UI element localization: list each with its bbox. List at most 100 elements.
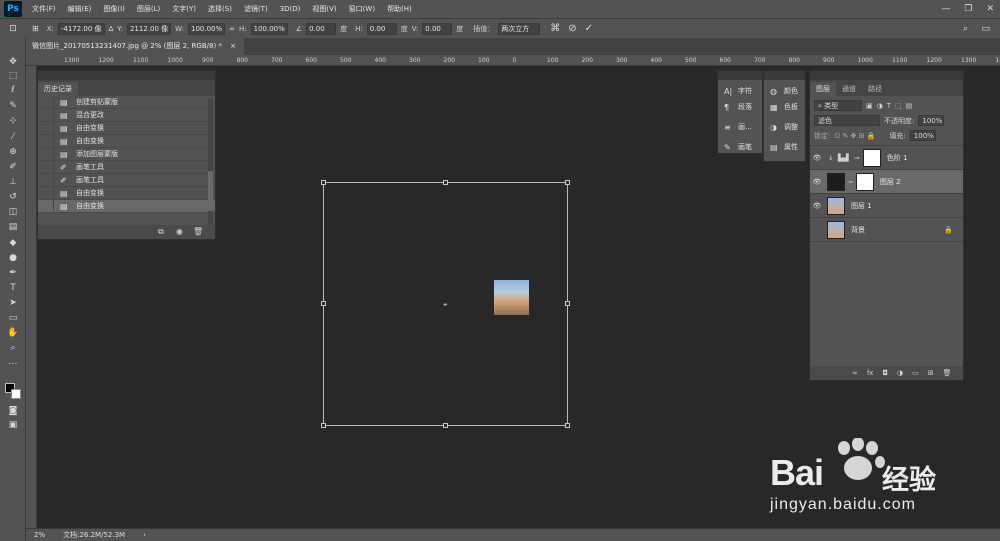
search-icon[interactable]: ⌕	[963, 24, 968, 34]
hand-tool-icon[interactable]: ✋	[6, 327, 20, 340]
type-tool-icon[interactable]: T	[6, 282, 20, 295]
history-item[interactable]: ▤ 混合更改	[38, 108, 215, 122]
history-scrollbar[interactable]	[208, 99, 213, 225]
visibility-eye-icon[interactable]: 👁	[810, 178, 824, 186]
layer-thumbnail[interactable]	[827, 196, 845, 215]
lock-icons[interactable]: ⊡ ✎ ✥ ⊞ 🔒	[834, 132, 875, 140]
delta-icon[interactable]: ∆	[109, 25, 114, 33]
blur-tool-icon[interactable]: ◆	[6, 237, 20, 250]
history-item[interactable]: ▤ 自由变换	[38, 121, 215, 135]
menu-layer[interactable]: 图层(L)	[131, 0, 166, 18]
trash-icon[interactable]: 🗑	[193, 227, 203, 236]
brush-preset-panel-button[interactable]: ≡ 画...	[718, 119, 762, 135]
layer-name[interactable]: 背景	[851, 225, 865, 235]
character-panel-button[interactable]: A| 字符	[718, 83, 762, 99]
fx-icon[interactable]: fx	[867, 369, 874, 377]
tab-close-icon[interactable]: ×	[230, 42, 236, 50]
width-field[interactable]: 100.00%	[188, 22, 226, 35]
layer-thumbnail[interactable]	[827, 220, 845, 239]
transform-handle[interactable]	[443, 180, 448, 185]
zoom-tool-icon[interactable]: ⌕	[6, 342, 20, 355]
document-tab[interactable]: 微信图片_20170513231407.jpg @ 2% (图层 2, RGB/…	[24, 38, 245, 55]
tab-paths[interactable]: 路径	[862, 82, 888, 96]
layer-name[interactable]: 图层 1	[851, 201, 872, 211]
menu-file[interactable]: 文件(F)	[26, 0, 62, 18]
layer-mask-thumbnail[interactable]	[862, 148, 881, 167]
interpolation-select[interactable]: 两次立方	[498, 22, 541, 35]
menu-image[interactable]: 图像(I)	[97, 0, 131, 18]
link-layers-icon[interactable]: ∞	[852, 369, 858, 377]
menu-help[interactable]: 帮助(H)	[381, 0, 418, 18]
filter-shape-icon[interactable]: ⬚	[895, 102, 902, 110]
stamp-tool-icon[interactable]: ⊥	[6, 176, 20, 189]
transform-tool-icon[interactable]: ⊡	[4, 24, 22, 34]
tab-history[interactable]: 历史记录	[38, 82, 78, 96]
history-item[interactable]: ▤ 添加图层蒙版	[38, 147, 215, 161]
height-field[interactable]: 100.00%	[250, 22, 288, 35]
properties-panel-button[interactable]: ▤ 属性	[764, 139, 805, 155]
layer-row[interactable]: 👁 ↓ ▙▟ ⊸ 色阶 1	[810, 146, 963, 170]
history-item[interactable]: ✐ 画笔工具	[38, 173, 215, 187]
new-layer-icon[interactable]: ⊞	[928, 369, 934, 377]
visibility-eye-icon[interactable]: 👁	[810, 154, 824, 162]
menu-3d[interactable]: 3D(D)	[274, 0, 307, 18]
background-color-swatch[interactable]	[11, 389, 21, 399]
paragraph-panel-button[interactable]: ¶ 段落	[718, 99, 762, 115]
x-field[interactable]: -4172.00 像	[57, 22, 105, 35]
filter-pixel-icon[interactable]: ▣	[866, 102, 873, 110]
layer-name[interactable]: 图层 2	[880, 177, 901, 187]
brush-panel-button[interactable]: ✎ 画笔	[718, 139, 762, 155]
history-brush-tool-icon[interactable]: ↺	[6, 191, 20, 204]
layer-row[interactable]: 👁 图层 1	[810, 194, 963, 218]
history-source-checkbox[interactable]	[38, 173, 54, 187]
swatches-panel-button[interactable]: ▦ 色板	[764, 99, 805, 115]
filter-adjust-icon[interactable]: ◑	[877, 102, 883, 110]
layer-row[interactable]: 背景 🔒	[810, 218, 963, 242]
eraser-tool-icon[interactable]: ◫	[6, 206, 20, 219]
dodge-tool-icon[interactable]: ●	[6, 252, 20, 265]
free-transform-bounding-box[interactable]: ⌖	[321, 180, 570, 428]
zoom-level[interactable]: 2%	[34, 531, 45, 539]
shape-tool-icon[interactable]: ▭	[6, 312, 20, 325]
layer-filter-select[interactable]: ⌕ 类型	[814, 100, 862, 111]
history-source-checkbox[interactable]	[38, 121, 54, 135]
brush-tool-icon[interactable]: ✐	[6, 161, 20, 174]
crop-tool-icon[interactable]: ⊹	[6, 115, 20, 128]
menu-type[interactable]: 文字(Y)	[166, 0, 202, 18]
transform-handle[interactable]	[321, 423, 326, 428]
opacity-field[interactable]: 100%	[918, 115, 945, 126]
eyedropper-tool-icon[interactable]: ⁄	[6, 131, 20, 144]
close-icon[interactable]: ✕	[986, 4, 994, 14]
path-select-tool-icon[interactable]: ➤	[6, 297, 20, 310]
reference-point-icon[interactable]: ⊞	[32, 24, 39, 33]
maximize-icon[interactable]: ❐	[964, 4, 972, 14]
cancel-transform-icon[interactable]: ⊘	[568, 23, 576, 34]
transform-handle[interactable]	[321, 180, 326, 185]
tab-channels[interactable]: 通道	[836, 82, 862, 96]
minimize-icon[interactable]: —	[941, 4, 950, 14]
menu-window[interactable]: 窗口(W)	[343, 0, 381, 18]
history-source-checkbox[interactable]	[38, 95, 54, 109]
screen-mode-icon[interactable]: ▣	[6, 419, 20, 432]
hskew-field[interactable]: 0.00	[366, 22, 397, 35]
warp-icon[interactable]: ⌘	[550, 23, 560, 34]
delete-layer-icon[interactable]: 🗑	[943, 369, 952, 377]
lasso-tool-icon[interactable]: ℓ	[6, 84, 20, 97]
healing-tool-icon[interactable]: ⊕	[6, 146, 20, 159]
fill-field[interactable]: 100%	[909, 130, 936, 141]
history-item[interactable]: ▤ 创建剪贴蒙版	[38, 95, 215, 109]
status-arrow-icon[interactable]: ›	[143, 531, 146, 539]
menu-view[interactable]: 视图(V)	[306, 0, 342, 18]
transform-handle[interactable]	[565, 180, 570, 185]
history-item[interactable]: ✐ 画笔工具	[38, 160, 215, 174]
adjustments-panel-button[interactable]: ◑ 调整	[764, 119, 805, 135]
layer-row[interactable]: 👁 ⊸ 图层 2	[810, 170, 963, 194]
layer-thumbnail[interactable]	[827, 172, 845, 191]
angle-field[interactable]: 0.00	[306, 22, 337, 35]
new-adjustment-icon[interactable]: ◑	[897, 369, 903, 377]
history-source-checkbox[interactable]	[38, 186, 54, 200]
menu-select[interactable]: 选择(S)	[202, 0, 238, 18]
history-source-checkbox[interactable]	[38, 108, 54, 122]
quick-mask-icon[interactable]: ◙	[6, 405, 20, 418]
history-item[interactable]: ▤ 自由变换	[38, 186, 215, 200]
